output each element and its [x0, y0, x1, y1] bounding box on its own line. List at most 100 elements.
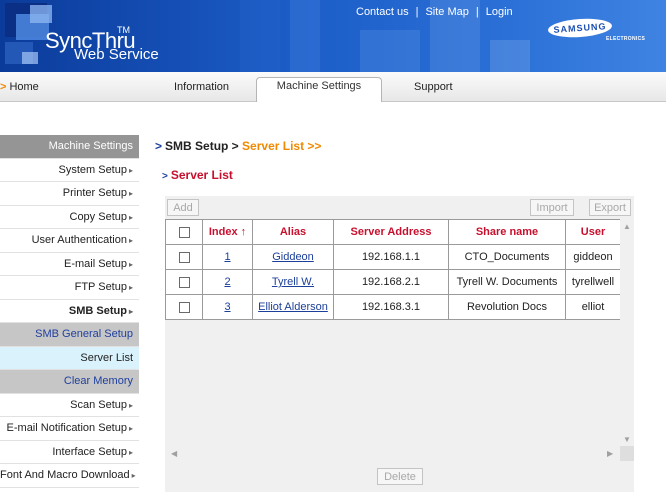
- chevron-right-icon: ▸: [128, 424, 133, 433]
- alias-link[interactable]: Elliot Alderson: [258, 301, 328, 313]
- sidebar-item-server-list[interactable]: Server List: [0, 346, 139, 370]
- samsung-logo: SAMSUNG: [547, 16, 613, 40]
- sidebar-item-label: E-mail Setup: [64, 257, 127, 270]
- server-address-cell: 192.168.3.1: [333, 294, 449, 320]
- tab-information[interactable]: Information: [174, 81, 229, 93]
- user-cell: elliot: [565, 294, 621, 320]
- row-checkbox[interactable]: [178, 301, 190, 313]
- select-all-header[interactable]: [165, 219, 203, 245]
- alias-link[interactable]: Giddeon: [272, 251, 314, 263]
- sidebar-item-label: SMB General Setup: [35, 328, 133, 340]
- section-title: > Server List: [162, 168, 233, 182]
- sidebar-item-printer-setup[interactable]: Printer Setup ▸: [0, 182, 139, 206]
- tab-machine-settings[interactable]: Machine Settings: [256, 77, 382, 102]
- chevron-right-icon: ▸: [128, 306, 133, 316]
- sidebar-item-ftp-setup[interactable]: FTP Setup ▸: [0, 276, 139, 300]
- sidebar-item-smb-general-setup[interactable]: SMB General Setup: [0, 323, 139, 347]
- sidebar-item-system-setup[interactable]: System Setup ▸: [0, 159, 139, 182]
- logo-subtitle: Web Service: [74, 46, 159, 63]
- scroll-up-icon[interactable]: ▲: [623, 222, 631, 231]
- scrollbar-corner: [620, 446, 634, 461]
- delete-button[interactable]: Delete: [377, 468, 423, 485]
- alias-cell: Giddeon: [252, 244, 334, 270]
- alias-column-header[interactable]: Alias: [252, 219, 334, 245]
- deco-square: [360, 30, 420, 72]
- row-checkbox[interactable]: [178, 276, 190, 288]
- row-checkbox-cell[interactable]: [165, 294, 203, 320]
- select-all-checkbox[interactable]: [178, 226, 190, 238]
- sidebar-item-smb-setup[interactable]: SMB Setup ▸: [0, 300, 139, 323]
- header-banner: SyncThru TM Web Service Contact us | Site …: [0, 0, 666, 72]
- arrow-right-icon: >: [0, 81, 7, 93]
- chevron-right-icon: ▸: [128, 259, 133, 269]
- deco-square: [240, 0, 280, 72]
- add-button[interactable]: Add: [167, 199, 199, 216]
- index-column-header[interactable]: Index ↑: [202, 219, 253, 245]
- user-cell: tyrellwell: [565, 269, 621, 295]
- share-name-column-header[interactable]: Share name: [448, 219, 566, 245]
- share-name-cell: CTO_Documents: [448, 244, 566, 270]
- sidebar-item-scan-setup[interactable]: Scan Setup ▸: [0, 394, 139, 417]
- sidebar-item-e-mail-setup[interactable]: E-mail Setup ▸: [0, 253, 139, 276]
- chevron-right-icon: ▸: [128, 189, 133, 198]
- login-link[interactable]: Login: [486, 6, 513, 18]
- index-cell: 1: [202, 244, 253, 270]
- sidebar-item-copy-setup[interactable]: Copy Setup ▸: [0, 206, 139, 229]
- sidebar-item-label: E-mail Notification Setup: [6, 422, 127, 434]
- sidebar-item-interface-setup[interactable]: Interface Setup ▸: [0, 441, 139, 464]
- index-link[interactable]: 3: [224, 301, 230, 313]
- alias-cell: Tyrell W.: [252, 269, 334, 295]
- vertical-scrollbar[interactable]: ▲ ▼: [620, 219, 634, 446]
- chevron-right-icon: ▸: [128, 165, 133, 175]
- alias-cell: Elliot Alderson: [252, 294, 334, 320]
- row-checkbox-cell[interactable]: [165, 244, 203, 270]
- table-row: 1 Giddeon 192.168.1.1 CTO_Documents giddeon: [165, 244, 621, 270]
- scroll-left-icon[interactable]: ◀: [171, 449, 177, 458]
- sidebar-item-clear-memory[interactable]: Clear Memory: [0, 370, 139, 394]
- table-row: 2 Tyrell W. 192.168.2.1 Tyrell W. Documents…: [165, 269, 621, 295]
- table-body: 1 Giddeon 192.168.1.1 CTO_Documents giddeon 2…: [165, 244, 621, 320]
- tab-support[interactable]: Support: [414, 81, 453, 93]
- nav-home[interactable]: > Home: [0, 81, 39, 93]
- sidebar-item-label: FTP Setup: [74, 281, 127, 293]
- sidebar-item-machine-settings[interactable]: Machine Settings: [0, 135, 139, 159]
- top-links: Contact us | Site Map | Login: [356, 6, 513, 18]
- site-map-link[interactable]: Site Map: [425, 6, 468, 18]
- chevron-right-icon: ▸: [128, 400, 133, 410]
- import-button[interactable]: Import: [530, 199, 574, 216]
- export-button[interactable]: Export: [589, 199, 631, 216]
- sidebar-item-user-authentication[interactable]: User Authentication ▸: [0, 229, 139, 253]
- breadcrumb-current: Server List >>: [242, 139, 322, 153]
- server-address-column-header[interactable]: Server Address: [333, 219, 449, 245]
- index-cell: 3: [202, 294, 253, 320]
- scroll-right-icon[interactable]: ▶: [607, 449, 613, 458]
- index-link[interactable]: 1: [224, 251, 230, 263]
- link-separator: |: [475, 6, 479, 18]
- sidebar-item-label: SMB Setup: [68, 304, 127, 317]
- sidebar-item-label: Interface Setup: [52, 445, 127, 458]
- sidebar-item-label: User Authentication: [31, 234, 127, 246]
- scroll-down-icon[interactable]: ▼: [623, 435, 631, 444]
- sidebar-item-font-and-macro-download[interactable]: Font And Macro Download ▸: [0, 464, 139, 488]
- sidebar-item-label: Font And Macro Download: [0, 469, 130, 481]
- breadcrumb-parent: SMB Setup >: [165, 139, 239, 153]
- sidebar-item-label: System Setup: [58, 163, 127, 176]
- share-name-cell: Tyrell W. Documents: [448, 269, 566, 295]
- sidebar-item-label: Copy Setup: [69, 210, 127, 223]
- deco-square: [30, 5, 52, 23]
- alias-link[interactable]: Tyrell W.: [272, 276, 314, 288]
- chevron-right-icon: ▸: [131, 471, 136, 480]
- contact-us-link[interactable]: Contact us: [356, 6, 409, 18]
- row-checkbox[interactable]: [178, 251, 190, 263]
- share-name-cell: Revolution Docs: [448, 294, 566, 320]
- sort-ascending-icon: ↑: [240, 226, 247, 238]
- horizontal-scrollbar[interactable]: ◀ ▶: [165, 446, 620, 461]
- breadcrumb-arrow-icon: >: [155, 139, 163, 153]
- table-row: 3 Elliot Alderson 192.168.3.1 Revolution Do…: [165, 294, 621, 320]
- chevron-right-icon: ▸: [128, 236, 133, 245]
- row-checkbox-cell[interactable]: [165, 269, 203, 295]
- user-column-header[interactable]: User: [565, 219, 621, 245]
- index-link[interactable]: 2: [224, 276, 230, 288]
- sidebar-item-e-mail-notification-setup[interactable]: E-mail Notification Setup ▸: [0, 417, 139, 441]
- samsung-electronics-text: ELECTRONICS: [606, 36, 646, 42]
